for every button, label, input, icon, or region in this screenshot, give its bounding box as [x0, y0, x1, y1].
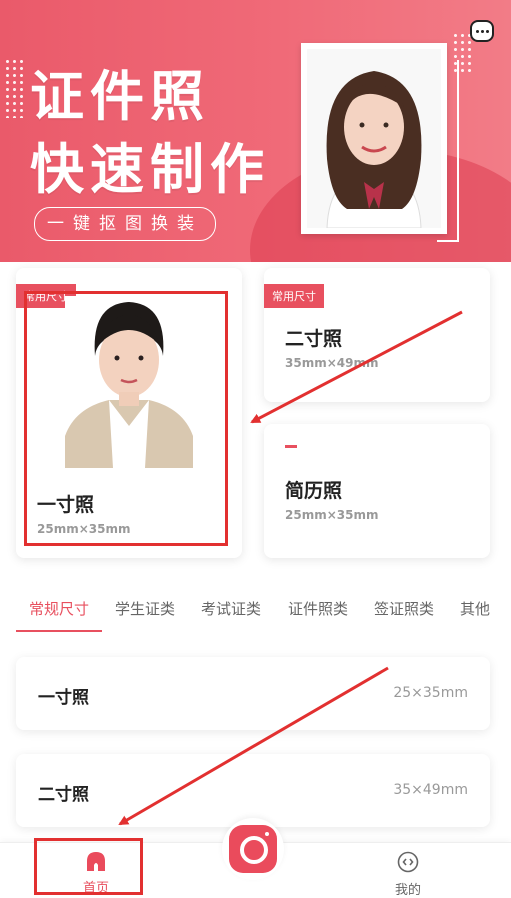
camera-button[interactable] [222, 818, 284, 880]
list-item[interactable]: 二寸照 35×49mm [16, 754, 490, 827]
accent-dash [285, 445, 297, 448]
annotation-highlight-box [24, 291, 228, 546]
banner-title-line2: 快速制作 [30, 138, 270, 201]
tab-student-id[interactable]: 学生证类 [115, 598, 175, 619]
card-size: 35mm×49mm [285, 356, 379, 370]
dots-decoration [4, 58, 26, 118]
sample-photo [301, 43, 447, 234]
active-tab-indicator [16, 630, 102, 632]
list-item-name: 二寸照 [38, 785, 89, 805]
nav-mine[interactable]: 我的 [378, 851, 438, 898]
tab-visa[interactable]: 签证照类 [374, 598, 434, 619]
card-title: 简历照 [285, 480, 343, 502]
category-tabs: 常规尺寸 学生证类 考试证类 证件照类 签证照类 其他 [0, 588, 511, 633]
tab-exam[interactable]: 考试证类 [201, 598, 261, 619]
more-icon [475, 29, 479, 33]
featured-card-two-inch[interactable]: 常用尺寸 二寸照 35mm×49mm [264, 268, 490, 402]
card-title: 二寸照 [285, 328, 343, 350]
camera-icon [229, 825, 277, 873]
tab-other[interactable]: 其他 [460, 598, 490, 619]
banner-subtitle: 一键抠图换装 [34, 207, 216, 241]
profile-icon [397, 851, 419, 873]
card-size: 25mm×35mm [285, 508, 379, 522]
featured-card-resume[interactable]: 简历照 25mm×35mm [264, 424, 490, 558]
hero-banner: 证件照 快速制作 一键抠图换装 [0, 0, 511, 262]
nav-mine-label: 我的 [394, 883, 421, 898]
annotation-highlight-box [34, 838, 143, 895]
more-options-button[interactable] [470, 20, 494, 42]
tab-id-card[interactable]: 证件照类 [288, 598, 348, 619]
popular-size-tag: 常用尺寸 [264, 284, 324, 308]
list-item-size: 35×49mm [393, 782, 468, 798]
list-item-name: 一寸照 [38, 688, 89, 708]
woman-portrait-illustration [307, 49, 441, 228]
tab-regular-size[interactable]: 常规尺寸 [29, 598, 89, 619]
banner-title-line1: 证件照 [30, 65, 210, 128]
list-item-size: 25×35mm [393, 685, 468, 701]
list-item[interactable]: 一寸照 25×35mm [16, 657, 490, 730]
